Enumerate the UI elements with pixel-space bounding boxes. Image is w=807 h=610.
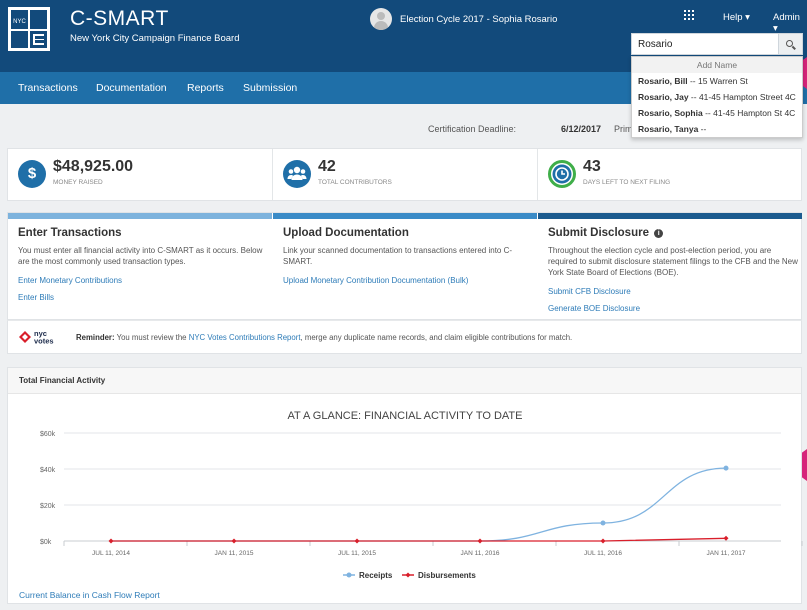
stat-money-raised: $ $48,925.00 MONEY RAISED (8, 149, 272, 200)
financial-activity-chart: AT A GLANCE: FINANCIAL ACTIVITY TO DATE $… (40, 410, 803, 580)
submit-cfb-disclosure-link[interactable]: Submit CFB Disclosure (548, 287, 631, 296)
legend-disbursements-marker (405, 572, 411, 578)
stat-total-contributors: 42 TOTAL CONTRIBUTORS (273, 149, 537, 200)
summary-stats: $ $48,925.00 MONEY RAISED 42 TOTAL CONTR… (7, 148, 802, 201)
legend-receipts-label: Receipts (359, 571, 393, 580)
election-cycle-selector[interactable]: Election Cycle 2017 - Sophia Rosario (370, 8, 557, 30)
cash-flow-report-link[interactable]: Current Balance in Cash Flow Report (19, 590, 160, 600)
name-search-dropdown: Add Name Rosario, Bill -- 15 Warren St R… (631, 56, 803, 138)
card-text: Link your scanned documentation to trans… (283, 246, 513, 266)
contributors-icon (283, 160, 311, 188)
card-accent-bar (8, 213, 272, 219)
y-tick-label: $60k (40, 431, 56, 438)
cfb-logo[interactable]: NYC (8, 7, 50, 51)
receipts-point (723, 465, 729, 471)
card-accent-bar (538, 213, 802, 219)
upload-documentation-bulk-link[interactable]: Upload Monetary Contribution Documentati… (283, 276, 468, 285)
legend-disbursements-label: Disbursements (418, 571, 476, 580)
add-name-option[interactable]: Add Name (632, 57, 802, 73)
search-input[interactable] (632, 34, 778, 54)
card-text: You must enter all financial activity in… (18, 246, 263, 266)
app-subtitle: New York City Campaign Finance Board (70, 33, 240, 44)
clock-icon (548, 160, 576, 188)
nyc-votes-logo: nyc votes (19, 329, 54, 346)
stat-label: TOTAL CONTRIBUTORS (318, 179, 392, 186)
help-menu[interactable]: Help ▾ (723, 12, 750, 23)
y-tick-label: $20k (40, 503, 56, 510)
x-tick-label: JAN 11, 2017 (707, 550, 746, 557)
search-box (631, 33, 803, 55)
enter-monetary-contributions-link[interactable]: Enter Monetary Contributions (18, 276, 122, 285)
financial-activity-panel: Total Financial Activity AT A GLANCE: FI… (7, 367, 803, 604)
disbursements-series-line (111, 537, 727, 542)
dollar-icon: $ (18, 160, 46, 188)
svg-text:votes: votes (34, 337, 54, 346)
card-submit-disclosure: Submit Disclosure i Throughout the elect… (538, 213, 802, 319)
receipts-point (600, 520, 606, 526)
card-title: Submit Disclosure i (548, 227, 664, 239)
disbursements-point (723, 535, 729, 541)
nav-submission[interactable]: Submission (243, 82, 297, 94)
card-title: Enter Transactions (18, 227, 122, 239)
disbursements-point (477, 538, 483, 544)
x-tick-label: JAN 11, 2015 (215, 550, 254, 557)
stat-value: 42 (318, 158, 336, 175)
nav-reports[interactable]: Reports (187, 82, 224, 94)
y-tick-label: $0k (40, 539, 52, 546)
info-icon[interactable]: i (654, 229, 664, 238)
dropdown-item[interactable]: Rosario, Sophia -- 41-45 Hampton St 4C (632, 105, 802, 121)
nyc-votes-report-link[interactable]: NYC Votes Contributions Report (189, 333, 301, 342)
card-title: Upload Documentation (283, 227, 409, 239)
disbursements-point (108, 538, 114, 544)
election-cycle-label: Election Cycle 2017 - Sophia Rosario (400, 13, 558, 25)
apps-grid-icon[interactable] (684, 10, 694, 20)
dropdown-item[interactable]: Rosario, Bill -- 15 Warren St (632, 73, 802, 89)
nav-documentation[interactable]: Documentation (96, 82, 167, 94)
x-tick-label: JUL 11, 2015 (338, 550, 376, 557)
chart-title: AT A GLANCE: FINANCIAL ACTIVITY TO DATE (288, 410, 523, 422)
card-upload-documentation: Upload Documentation Link your scanned d… (273, 213, 537, 319)
search-icon (786, 40, 793, 47)
admin-menu[interactable]: Admin ▾ (773, 12, 807, 34)
disbursements-point (600, 538, 606, 544)
stat-label: MONEY RAISED (53, 179, 103, 186)
disbursements-point (231, 538, 237, 544)
stat-label: DAYS LEFT TO NEXT FILING (583, 179, 671, 186)
card-text: Throughout the election cycle and post-e… (548, 246, 798, 277)
dropdown-item[interactable]: Rosario, Tanya -- (632, 121, 802, 137)
nav-transactions[interactable]: Transactions (18, 82, 78, 94)
reminder-text: Reminder: You must review the NYC Votes … (76, 333, 573, 342)
dropdown-item[interactable]: Rosario, Jay -- 41-45 Hampton Street 4C (632, 89, 802, 105)
x-tick-label: JAN 11, 2016 (461, 550, 500, 557)
enter-bills-link[interactable]: Enter Bills (18, 293, 54, 302)
app-title: C-SMART (70, 7, 169, 30)
stat-days-left: 43 DAYS LEFT TO NEXT FILING (538, 149, 802, 200)
deadline-value: 6/12/2017 (561, 124, 602, 134)
avatar (370, 8, 392, 30)
y-tick-label: $40k (40, 467, 56, 474)
legend-receipts-marker (346, 572, 352, 578)
x-tick-label: JUL 11, 2016 (584, 550, 622, 557)
disbursements-point (354, 538, 360, 544)
stat-value: $48,925.00 (53, 158, 134, 175)
generate-boe-disclosure-link[interactable]: Generate BOE Disclosure (548, 304, 640, 313)
stat-value: 43 (583, 158, 601, 175)
x-tick-label: JUL 11, 2014 (92, 550, 130, 557)
search-button[interactable] (778, 34, 802, 54)
card-enter-transactions: Enter Transactions You must enter all fi… (8, 213, 272, 319)
nyc-votes-reminder: nyc votes Reminder: You must review the … (7, 320, 802, 354)
card-accent-bar (273, 213, 537, 219)
logo-text: NYC (13, 19, 26, 25)
action-cards: Enter Transactions You must enter all fi… (7, 212, 802, 320)
deadline-label: Certification Deadline: (428, 124, 517, 134)
